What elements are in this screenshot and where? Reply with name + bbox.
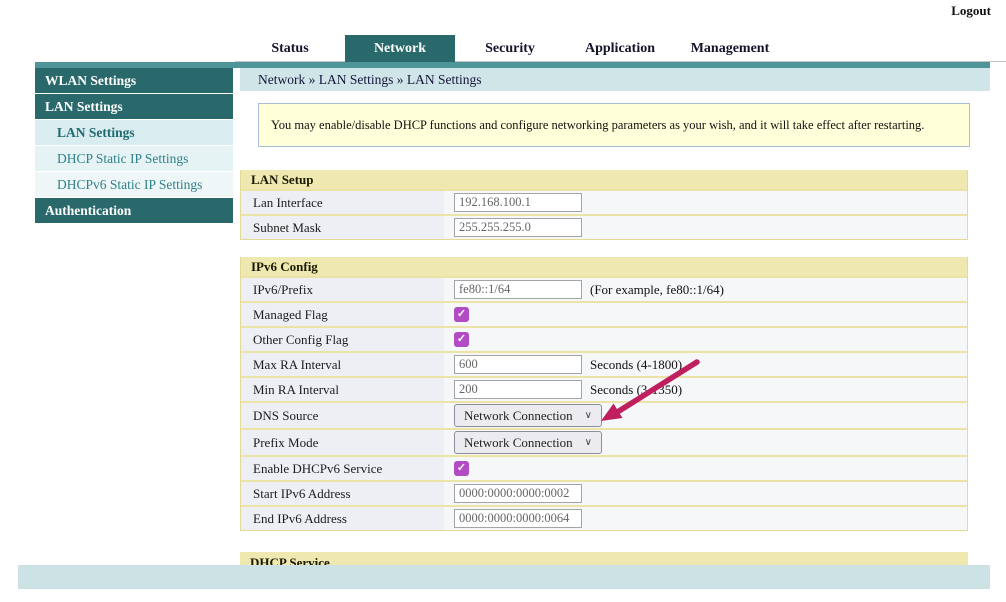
enable-dhcpv6-checkbox[interactable]: ✓ [454,461,469,476]
row-label: Min RA Interval [241,378,444,401]
table-row: End IPv6 Address [241,505,967,530]
prefix-mode-selected-value: Network Connection [464,435,573,451]
checkmark-icon: ✓ [457,463,466,474]
sidebar-item-wlan-settings[interactable]: WLAN Settings [35,68,233,93]
min-ra-interval-input[interactable] [454,380,582,399]
table-row: Other Config Flag ✓ [241,326,967,351]
ipv6-prefix-input[interactable] [454,280,582,299]
sidebar: WLAN Settings LAN Settings LAN Settings … [35,68,233,224]
prefix-mode-select[interactable]: Network Connection ∨ [454,431,602,454]
end-ipv6-address-input[interactable] [454,509,582,528]
checkmark-icon: ✓ [457,309,466,320]
row-label: Enable DHCPv6 Service [241,457,444,480]
row-label: Prefix Mode [241,430,444,455]
row-label: IPv6/Prefix [241,278,444,301]
tab-management[interactable]: Management [675,35,785,62]
ipv6-config-header: IPv6 Config [241,257,967,276]
ipv6-config-section: IPv6 Config IPv6/Prefix (For example, fe… [240,257,968,531]
tab-application[interactable]: Application [565,35,675,62]
row-label: Start IPv6 Address [241,482,444,505]
table-row: Subnet Mask [241,214,967,239]
footer-bar [18,565,990,589]
ipv6-prefix-hint: (For example, fe80::1/64) [590,282,724,298]
tab-status[interactable]: Status [235,35,345,62]
tab-network[interactable]: Network [345,35,455,62]
row-label: DNS Source [241,403,444,428]
tab-security[interactable]: Security [455,35,565,62]
row-label: Lan Interface [241,191,444,214]
lan-interface-input[interactable] [454,193,582,212]
start-ipv6-address-input[interactable] [454,484,582,503]
sidebar-item-lan-settings-group[interactable]: LAN Settings [35,94,233,119]
sidebar-item-dhcpv6-static-ip[interactable]: DHCPv6 Static IP Settings [35,172,233,197]
dns-source-selected-value: Network Connection [464,408,573,424]
table-row: Managed Flag ✓ [241,301,967,326]
notice-text: You may enable/disable DHCP functions an… [271,118,924,133]
breadcrumb: Network » LAN Settings » LAN Settings [240,68,990,91]
min-ra-interval-hint: Seconds (3-1350) [590,382,682,398]
row-label: Max RA Interval [241,353,444,376]
table-row: IPv6/Prefix (For example, fe80::1/64) [241,276,967,301]
table-row: Lan Interface [241,189,967,214]
main-nav: Status Network Security Application Mana… [235,35,785,62]
chevron-down-icon: ∨ [585,410,592,421]
chevron-down-icon: ∨ [585,437,592,448]
subnet-mask-input[interactable] [454,218,582,237]
lan-setup-header: LAN Setup [241,170,967,189]
table-row: Enable DHCPv6 Service ✓ [241,455,967,480]
table-row: Min RA Interval Seconds (3-1350) [241,376,967,401]
table-row: Max RA Interval Seconds (4-1800) [241,351,967,376]
logout-link[interactable]: Logout [951,3,991,19]
dns-source-select[interactable]: Network Connection ∨ [454,404,602,427]
row-label: End IPv6 Address [241,507,444,530]
managed-flag-checkbox[interactable]: ✓ [454,307,469,322]
table-row: DNS Source Network Connection ∨ [241,401,967,428]
row-label: Other Config Flag [241,328,444,351]
lan-setup-section: LAN Setup Lan Interface Subnet Mask [240,170,968,240]
max-ra-interval-hint: Seconds (4-1800) [590,357,682,373]
router-admin-page: Logout Status Network Security Applicati… [0,0,1006,602]
sidebar-item-lan-settings[interactable]: LAN Settings [35,120,233,145]
sidebar-item-dhcp-static-ip[interactable]: DHCP Static IP Settings [35,146,233,171]
table-row: Prefix Mode Network Connection ∨ [241,428,967,455]
sidebar-item-authentication[interactable]: Authentication [35,198,233,223]
table-row: Start IPv6 Address [241,480,967,505]
max-ra-interval-input[interactable] [454,355,582,374]
row-label: Subnet Mask [241,216,444,239]
other-config-flag-checkbox[interactable]: ✓ [454,332,469,347]
checkmark-icon: ✓ [457,334,466,345]
notice-box: You may enable/disable DHCP functions an… [258,103,970,147]
row-label: Managed Flag [241,303,444,326]
